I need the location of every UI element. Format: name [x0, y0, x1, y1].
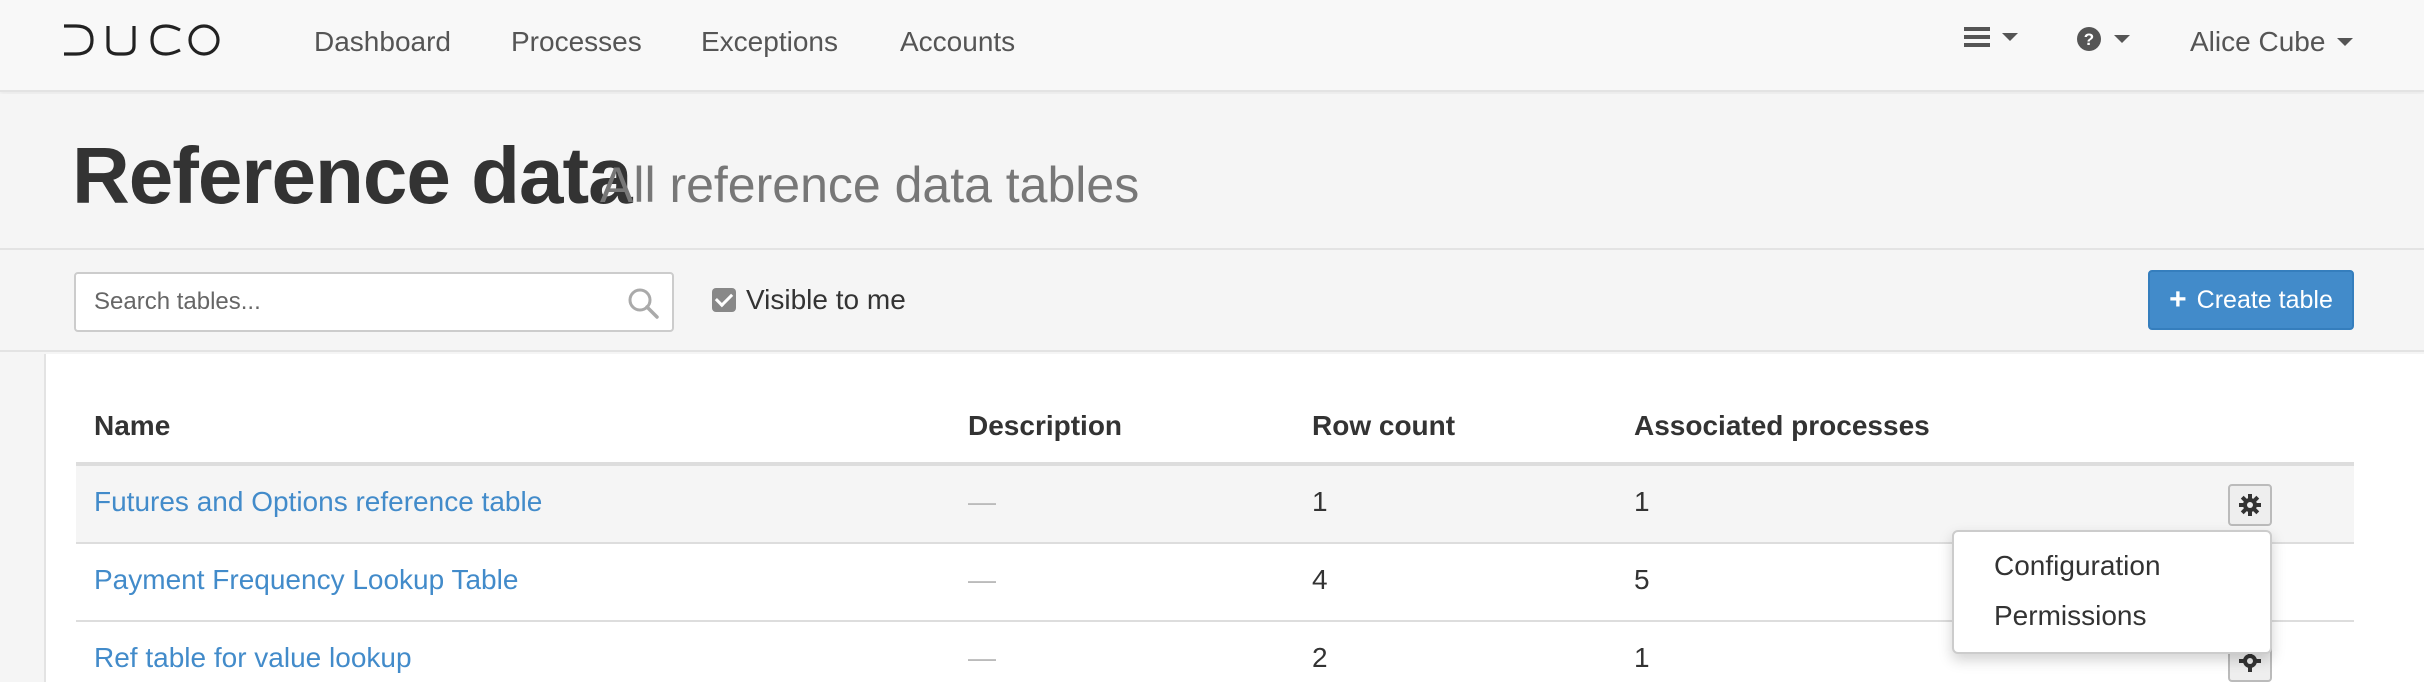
top-navbar: Dashboard Processes Exceptions Accounts …: [0, 0, 2424, 92]
question-circle-icon: ?: [2077, 27, 2101, 51]
search-icon[interactable]: [626, 286, 660, 320]
search-input[interactable]: [94, 274, 614, 330]
column-header-associated-processes[interactable]: Associated processes: [1634, 410, 1930, 442]
chevron-down-icon: [2337, 38, 2354, 46]
visible-to-me-checkbox[interactable]: [712, 288, 736, 312]
column-header-row-count[interactable]: Row count: [1312, 410, 1455, 442]
visible-to-me-toggle[interactable]: Visible to me: [712, 284, 906, 316]
page-title: Reference data: [72, 131, 633, 220]
create-table-label: Create table: [2196, 285, 2333, 314]
visible-to-me-label: Visible to me: [746, 284, 906, 315]
menu-item-configuration[interactable]: Configuration: [1994, 550, 2161, 582]
nav-processes[interactable]: Processes: [511, 26, 642, 58]
table-associated-processes: 1: [1634, 642, 1650, 673]
user-menu-dropdown[interactable]: Alice Cube: [2190, 26, 2354, 58]
table-associated-processes: 5: [1634, 564, 1650, 595]
help-menu-dropdown[interactable]: ?: [2076, 26, 2130, 52]
table-name-link[interactable]: Ref table for value lookup: [94, 642, 412, 674]
search-box: [74, 272, 674, 332]
duco-logo[interactable]: [62, 22, 222, 58]
table-row-count: 1: [1312, 486, 1328, 517]
table-row-count: 2: [1312, 642, 1328, 673]
table-name-link[interactable]: Futures and Options reference table: [94, 486, 542, 518]
plus-icon: +: [2169, 283, 2187, 316]
hamburger-menu-icon: [1964, 27, 1990, 47]
gear-icon: [2239, 494, 2261, 516]
main-menu-dropdown[interactable]: [1964, 26, 2018, 48]
row-settings-button[interactable]: [2228, 484, 2272, 526]
nav-exceptions[interactable]: Exceptions: [701, 26, 838, 58]
create-table-button[interactable]: + Create table: [2148, 270, 2354, 330]
chevron-down-icon: [2002, 33, 2018, 41]
page-subtitle: All reference data tables: [600, 157, 1140, 213]
toolbar: Visible to me + Create table: [0, 252, 2424, 352]
table-name-link[interactable]: Payment Frequency Lookup Table: [94, 564, 518, 596]
svg-text:?: ?: [2084, 30, 2094, 49]
nav-accounts[interactable]: Accounts: [900, 26, 1015, 58]
column-header-description[interactable]: Description: [968, 410, 1122, 442]
chevron-down-icon: [2114, 35, 2130, 43]
table-row-count: 4: [1312, 564, 1328, 595]
table-description: —: [968, 486, 996, 517]
user-name: Alice Cube: [2190, 26, 2326, 57]
page-header: Reference data All reference data tables: [0, 94, 2424, 250]
table-description: —: [968, 642, 996, 673]
nav-dashboard[interactable]: Dashboard: [314, 26, 451, 58]
table-description: —: [968, 564, 996, 595]
column-header-name[interactable]: Name: [94, 410, 170, 442]
row-settings-dropdown-menu: Configuration Permissions: [1952, 530, 2272, 654]
table-associated-processes: 1: [1634, 486, 1650, 517]
menu-item-permissions[interactable]: Permissions: [1994, 600, 2146, 632]
